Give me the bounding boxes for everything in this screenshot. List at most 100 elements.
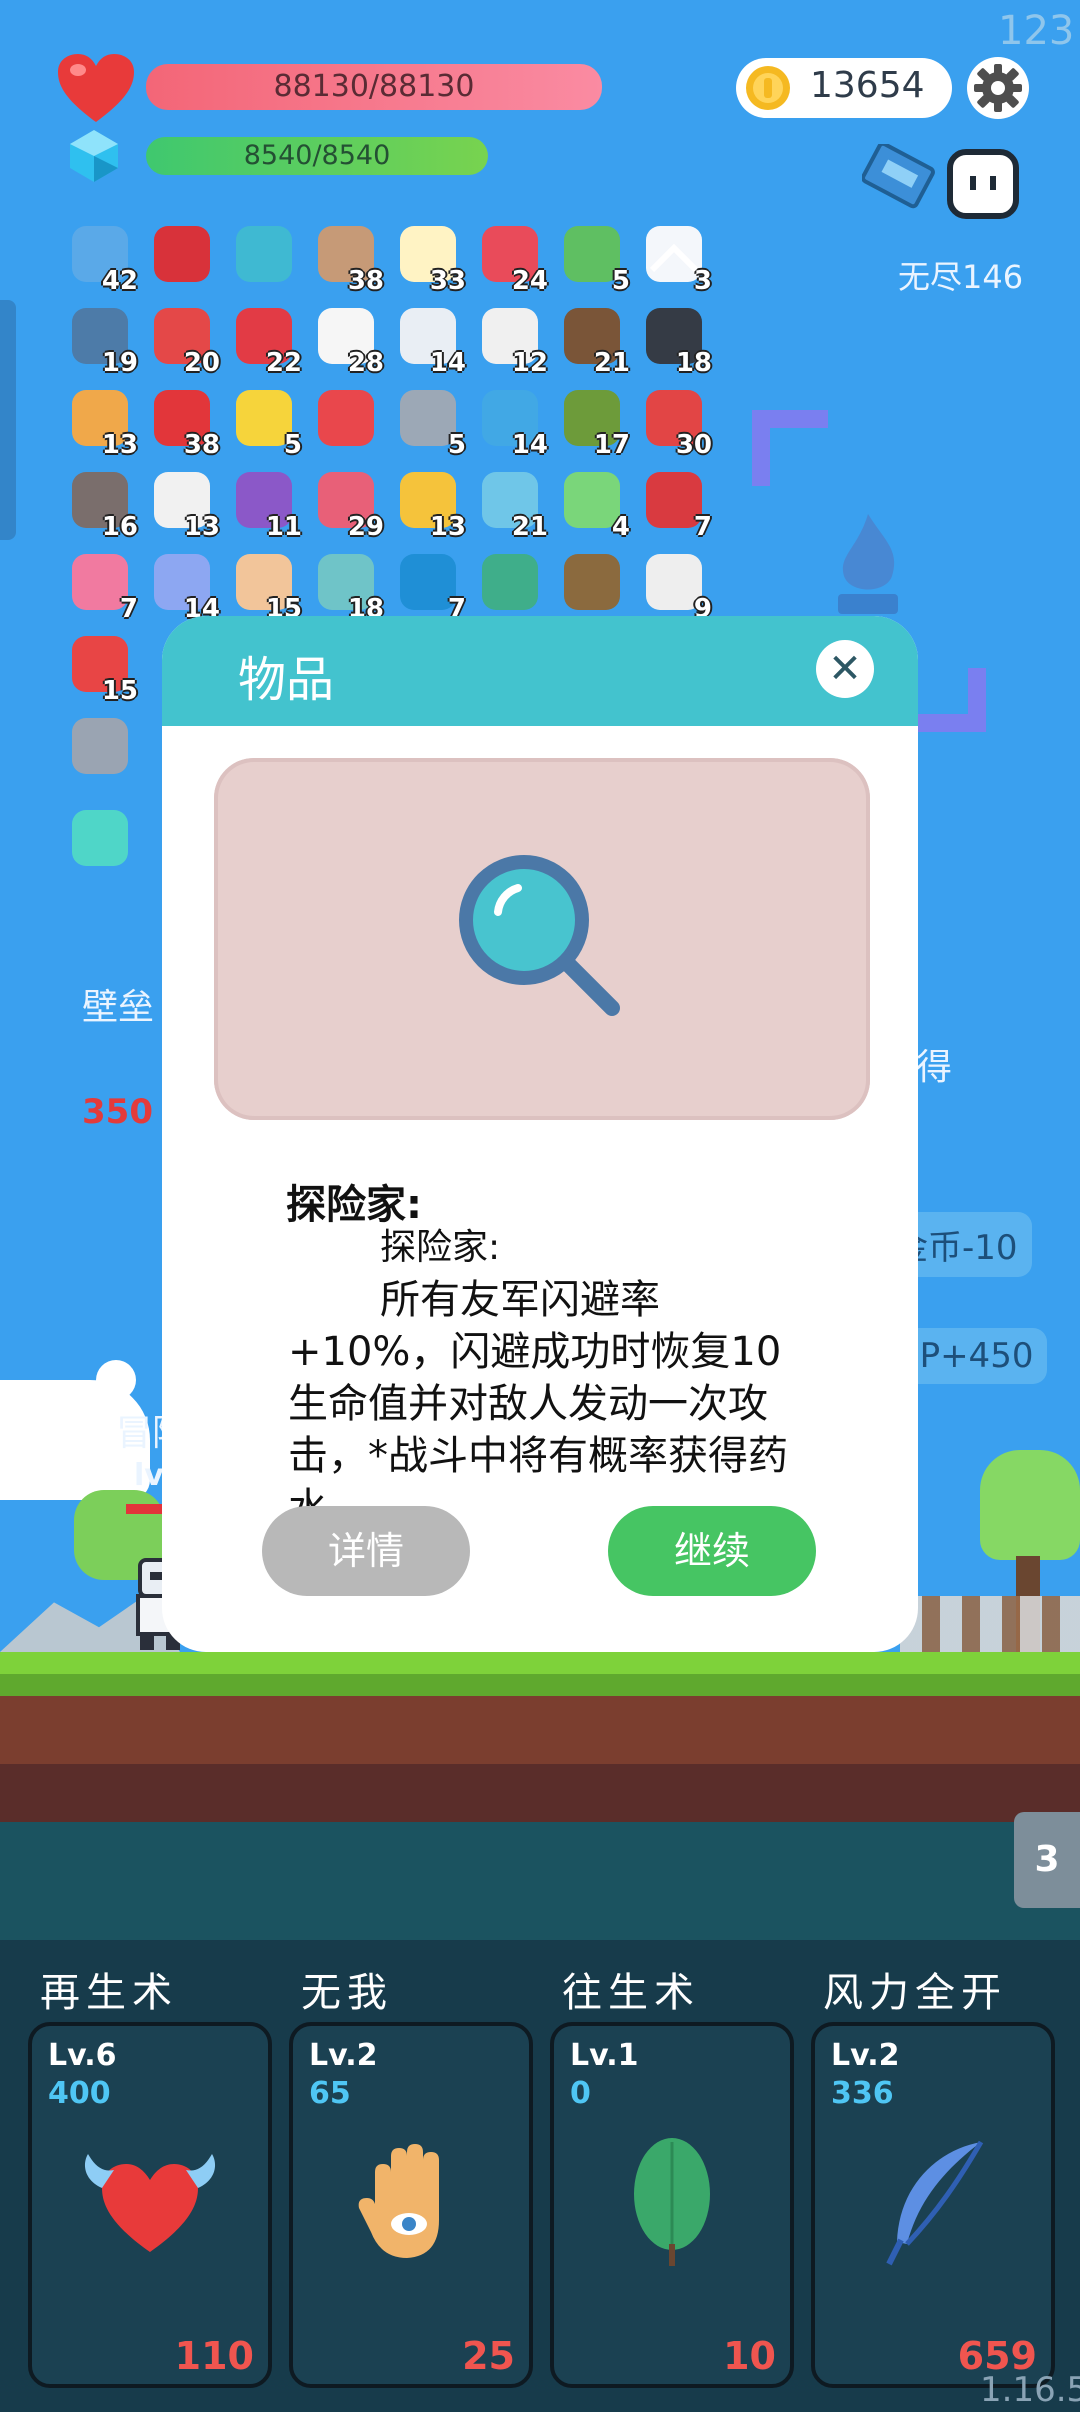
endless-level-label: 无尽146	[898, 258, 1024, 296]
ring-icon[interactable]: 18	[312, 550, 388, 626]
item-count: 18	[675, 348, 712, 378]
close-button[interactable]: ✕	[816, 640, 874, 698]
skill-card[interactable]: Lv.6 400 110	[28, 2022, 272, 2388]
purple-shield-icon[interactable]: 11	[230, 468, 306, 544]
mana-crystal-icon	[66, 128, 122, 184]
red-shield-icon[interactable]: 7	[640, 468, 716, 544]
skill-card[interactable]: Lv.2 65 25	[289, 2022, 533, 2388]
fried-egg-icon[interactable]: 33	[394, 222, 470, 298]
sword-icon[interactable]: 5	[394, 386, 470, 462]
potion-icon[interactable]: 21	[476, 468, 552, 544]
item-count: 15	[101, 676, 138, 706]
item-count: 21	[593, 348, 630, 378]
item-swatch	[72, 718, 128, 774]
item-swatch	[482, 554, 538, 610]
clipboard-icon[interactable]: 13	[148, 468, 224, 544]
item-count: 5	[611, 266, 630, 296]
eye-hand-icon	[341, 2132, 481, 2272]
skill-card[interactable]: Lv.2 336 659	[811, 2022, 1055, 2388]
heart-icon[interactable]: 20	[148, 304, 224, 380]
star-badge-icon[interactable]: 42	[66, 222, 142, 298]
item-count: 38	[183, 430, 220, 460]
continue-button[interactable]: 继续	[608, 1506, 816, 1596]
skill-card[interactable]: Lv.1 0 10	[550, 2022, 794, 2388]
details-button[interactable]: 详情	[262, 1506, 470, 1596]
cauldron-icon[interactable]: 18	[640, 304, 716, 380]
dialog-title: 物品	[238, 652, 335, 708]
item-count: 5	[283, 430, 302, 460]
skill-level: Lv.2	[309, 2038, 378, 2073]
map-icon[interactable]	[861, 141, 942, 214]
ghost-icon[interactable]	[946, 148, 1020, 220]
skill-cost: 10	[723, 2334, 776, 2378]
grenade-icon[interactable]: 17	[558, 386, 634, 462]
item-count: 14	[511, 430, 548, 460]
fence	[900, 1596, 1080, 1652]
scene-left-label: 壁垒	[82, 987, 155, 1028]
item-count: 30	[675, 430, 712, 460]
shield-icon[interactable]: 19	[66, 304, 142, 380]
lemon-icon[interactable]: 5	[230, 386, 306, 462]
item-count: 19	[101, 348, 138, 378]
char-level-label: lv	[134, 1458, 164, 1493]
magnifier-icon[interactable]	[230, 222, 306, 298]
percent-tag-icon[interactable]	[312, 386, 388, 462]
hand-icon[interactable]: 15	[230, 550, 306, 626]
item-description: 探险家: 所有友军闪避率+10%，闪避成功时恢复10生命值并对敌人发动一次攻击，…	[288, 1222, 808, 1534]
item-count: 13	[429, 512, 466, 542]
target-ring-icon[interactable]: 38	[312, 222, 388, 298]
axe-icon[interactable]	[66, 714, 142, 790]
skill-name: 风力全开	[823, 1970, 1007, 2016]
item-count: 42	[101, 266, 138, 296]
skill-level: Lv.6	[48, 2038, 117, 2073]
item-count: 29	[347, 512, 384, 542]
cloud-moon-icon[interactable]: 14	[394, 304, 470, 380]
item-count: 20	[183, 348, 220, 378]
tombstone-icon[interactable]: 16	[66, 468, 142, 544]
strawberry-icon[interactable]: 22	[230, 304, 306, 380]
leaf-icon	[602, 2132, 742, 2272]
item-count: 4	[611, 512, 630, 542]
magnet-icon[interactable]	[148, 222, 224, 298]
spray-bottle-icon[interactable]: 7	[66, 550, 142, 626]
glow-tile-icon[interactable]	[66, 806, 142, 882]
green-spirit-icon[interactable]: 4	[558, 468, 634, 544]
capsule-icon[interactable]: 15	[66, 632, 142, 708]
gear-icon[interactable]	[966, 56, 1030, 120]
coconut-icon[interactable]: 21	[558, 304, 634, 380]
sunflower-icon[interactable]: 13	[394, 468, 470, 544]
winged-heart-icon	[80, 2132, 220, 2272]
skill-name: 再生术	[40, 1970, 178, 2016]
cloud-puff	[96, 1360, 136, 1400]
cards-icon[interactable]: 12	[476, 304, 552, 380]
item-count: 38	[347, 266, 384, 296]
speech-bubble-icon[interactable]: 14	[476, 386, 552, 462]
ice-cream-icon[interactable]: 13	[66, 386, 142, 462]
bulb-icon[interactable]: 9	[640, 550, 716, 626]
chevron-up-icon[interactable]	[646, 240, 702, 276]
item-count: 11	[265, 512, 302, 542]
skill-value: 336	[831, 2076, 894, 2111]
pill-icon[interactable]: 14	[148, 550, 224, 626]
close-icon: ✕	[828, 646, 862, 692]
item-swatch	[564, 554, 620, 610]
skill-value: 400	[48, 2076, 111, 2111]
sock-icon[interactable]: 30	[640, 386, 716, 462]
portal-bracket-top	[752, 410, 828, 486]
heart-icon	[56, 52, 136, 126]
side-drawer-handle[interactable]	[0, 300, 16, 540]
grass-shadow	[0, 1674, 1080, 1696]
tent-icon[interactable]	[476, 550, 552, 626]
apple-icon[interactable]: 38	[148, 386, 224, 462]
watermelon-icon[interactable]: 24	[476, 222, 552, 298]
coin-icon	[744, 64, 792, 112]
jar-icon[interactable]: 29	[312, 468, 388, 544]
wave-counter-badge[interactable]: 3	[1014, 1812, 1080, 1908]
item-count: 22	[265, 348, 302, 378]
noose-icon[interactable]	[558, 550, 634, 626]
money-heart-icon[interactable]: 5	[558, 222, 634, 298]
tree-right	[980, 1450, 1080, 1560]
gem-icon[interactable]: 7	[394, 550, 470, 626]
item-desc-subtitle: 探险家:	[380, 1227, 501, 1268]
flower-icon[interactable]: 28	[312, 304, 388, 380]
